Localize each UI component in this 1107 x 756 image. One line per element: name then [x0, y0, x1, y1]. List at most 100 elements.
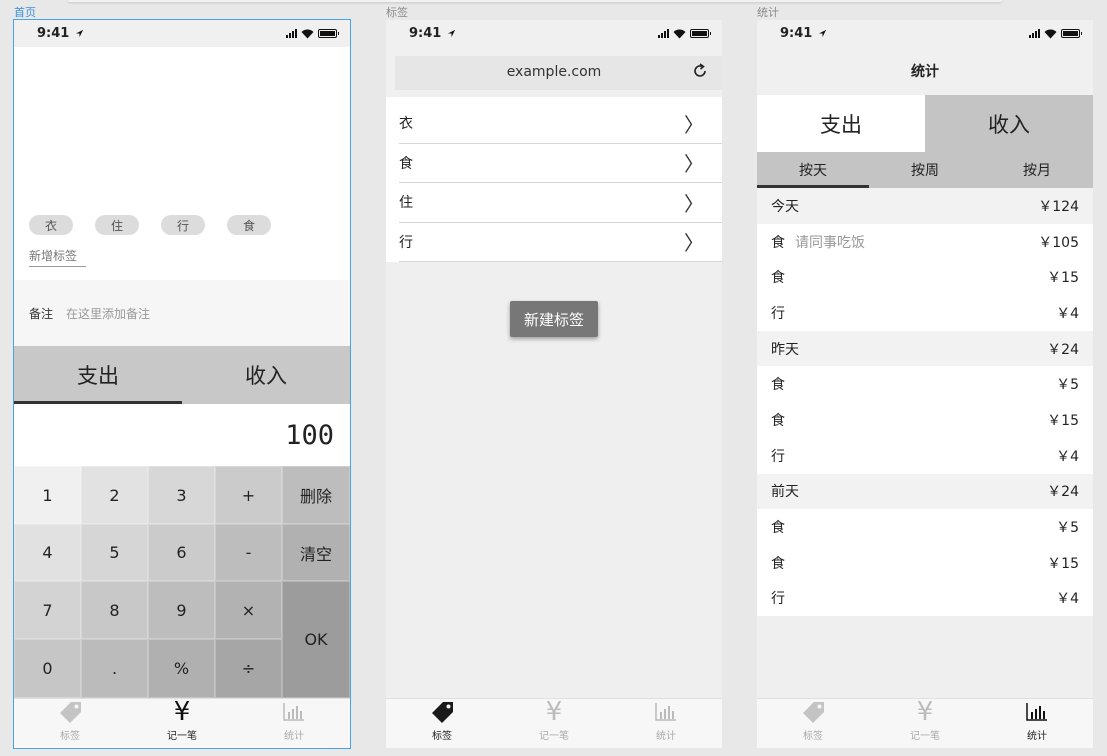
row-label: 食 [771, 234, 785, 251]
stats-list: 今天 ￥124 食请同事吃饭 ￥105 食 ￥15 行 ￥4 昨天 ￥24 食 ￥5 食 ￥15 行 ￥4 前天… [757, 188, 1093, 698]
tabbar-item-tags[interactable]: 标签 [14, 699, 126, 748]
table-row[interactable]: 食 ￥15 [757, 259, 1093, 296]
table-row[interactable]: 食 ￥15 [757, 402, 1093, 438]
tab-expense[interactable]: 支出 [757, 95, 925, 152]
bar-chart-icon [655, 703, 676, 721]
row-label: 食 [771, 555, 785, 572]
tabbar-item-stats[interactable]: 统计 [238, 699, 350, 748]
new-tag-button[interactable]: 新建标签 [510, 301, 598, 337]
row-amount: ￥24 [1047, 484, 1079, 501]
row-label: 食 [771, 377, 785, 394]
artboard-label-tags[interactable]: 标签 [386, 4, 408, 20]
address-bar[interactable]: example.com [386, 47, 722, 97]
key-2[interactable]: 2 [81, 466, 148, 524]
key-divide[interactable]: ÷ [215, 639, 282, 698]
table-row[interactable]: 食 ￥15 [757, 544, 1093, 581]
chevron-right-icon: 〉 [684, 112, 704, 137]
add-tag-link[interactable]: 新增标签 [29, 247, 86, 267]
location-arrow-icon [76, 29, 84, 38]
day-header-row[interactable]: 今天 ￥124 [757, 188, 1093, 224]
key-dot[interactable]: . [81, 639, 148, 698]
tab-bar: 标签 ¥ 记一笔 统计 [386, 698, 722, 748]
key-plus[interactable]: + [215, 466, 282, 524]
tab-income[interactable]: 收入 [925, 95, 1093, 152]
key-5[interactable]: 5 [81, 524, 148, 581]
key-minus[interactable]: - [215, 524, 282, 581]
table-row[interactable]: 行 ￥4 [757, 437, 1093, 474]
tag-pill[interactable]: 衣 [29, 215, 73, 235]
list-item[interactable]: 衣 〉 [399, 104, 722, 144]
chevron-right-icon: 〉 [684, 152, 704, 177]
chevron-right-icon: 〉 [684, 191, 704, 216]
status-time: 9:41 [409, 26, 442, 41]
top-toolbar-sliver [68, 0, 1002, 2]
status-time: 9:41 [37, 26, 70, 41]
tab-by-month[interactable]: 按月 [981, 152, 1093, 188]
tab-expense[interactable]: 支出 [14, 346, 182, 404]
tag-pill[interactable]: 住 [95, 215, 139, 235]
note-input[interactable]: 在这里添加备注 [66, 305, 150, 322]
tab-by-day[interactable]: 按天 [757, 152, 869, 188]
tag-pill[interactable]: 行 [161, 215, 205, 235]
category-label: 衣 [399, 116, 413, 133]
key-0[interactable]: 0 [14, 639, 81, 698]
list-item[interactable]: 住 〉 [399, 183, 722, 223]
yen-icon: ¥ [916, 697, 934, 727]
row-label: 前天 [771, 484, 799, 501]
tabbar-item-tags[interactable]: 标签 [757, 699, 869, 748]
spacer [14, 47, 350, 207]
key-7[interactable]: 7 [14, 581, 81, 639]
key-8[interactable]: 8 [81, 581, 148, 639]
row-note: 请同事吃饭 [795, 234, 865, 251]
reload-icon[interactable] [692, 63, 708, 79]
row-label: 食 [771, 270, 785, 287]
tabbar-label: 标签 [60, 731, 80, 742]
tag-pill[interactable]: 食 [227, 215, 271, 235]
period-tabs: 按天 按周 按月 [757, 152, 1093, 188]
key-ok[interactable]: OK [282, 581, 350, 698]
key-percent[interactable]: % [148, 639, 215, 698]
category-label: 食 [399, 155, 413, 172]
key-1[interactable]: 1 [14, 466, 81, 524]
day-header-row[interactable]: 前天 ￥24 [757, 473, 1093, 510]
url-text: example.com [506, 64, 602, 80]
tabbar-item-record[interactable]: ¥ 记一笔 [498, 699, 610, 748]
row-amount: ￥4 [1056, 448, 1079, 465]
wifi-icon [301, 29, 314, 38]
list-item[interactable]: 食 〉 [399, 144, 722, 183]
table-row[interactable]: 行 ￥4 [757, 295, 1093, 331]
type-tabs: 支出 收入 [757, 95, 1093, 152]
row-amount: ￥124 [1038, 198, 1079, 215]
key-4[interactable]: 4 [14, 524, 81, 581]
tags-body: 衣 〉 食 〉 住 〉 行 〉 新建标签 [386, 104, 722, 698]
row-amount: ￥4 [1056, 591, 1079, 608]
key-clear[interactable]: 清空 [282, 524, 350, 581]
table-row[interactable]: 行 ￥4 [757, 580, 1093, 617]
yen-icon: ¥ [173, 697, 191, 727]
artboard-label-stats[interactable]: 统计 [757, 4, 779, 20]
row-label: 食 [771, 520, 785, 537]
tabbar-item-tags[interactable]: 标签 [386, 699, 498, 748]
key-3[interactable]: 3 [148, 466, 215, 524]
tabbar-item-record[interactable]: ¥ 记一笔 [869, 699, 981, 748]
artboard-label-home[interactable]: 首页 [14, 4, 36, 20]
tab-by-week[interactable]: 按周 [869, 152, 981, 188]
status-bar: 9:41 [386, 20, 722, 47]
key-9[interactable]: 9 [148, 581, 215, 639]
table-row[interactable]: 食 ￥5 [757, 509, 1093, 545]
day-header-row[interactable]: 昨天 ￥24 [757, 330, 1093, 367]
tabbar-item-stats[interactable]: 统计 [981, 699, 1093, 748]
tab-income[interactable]: 收入 [182, 346, 350, 404]
tabbar-label: 记一笔 [167, 731, 197, 742]
key-multiply[interactable]: × [215, 581, 282, 639]
row-amount: ￥5 [1056, 520, 1079, 537]
amount-display: 100 [14, 404, 350, 466]
table-row[interactable]: 食请同事吃饭 ￥105 [757, 223, 1093, 260]
tabbar-label: 标签 [432, 731, 452, 742]
tabbar-item-record[interactable]: ¥ 记一笔 [126, 699, 238, 748]
table-row[interactable]: 食 ￥5 [757, 366, 1093, 403]
key-delete[interactable]: 删除 [282, 466, 350, 524]
tabbar-item-stats[interactable]: 统计 [610, 699, 722, 748]
key-6[interactable]: 6 [148, 524, 215, 581]
list-item[interactable]: 行 〉 [399, 223, 722, 262]
